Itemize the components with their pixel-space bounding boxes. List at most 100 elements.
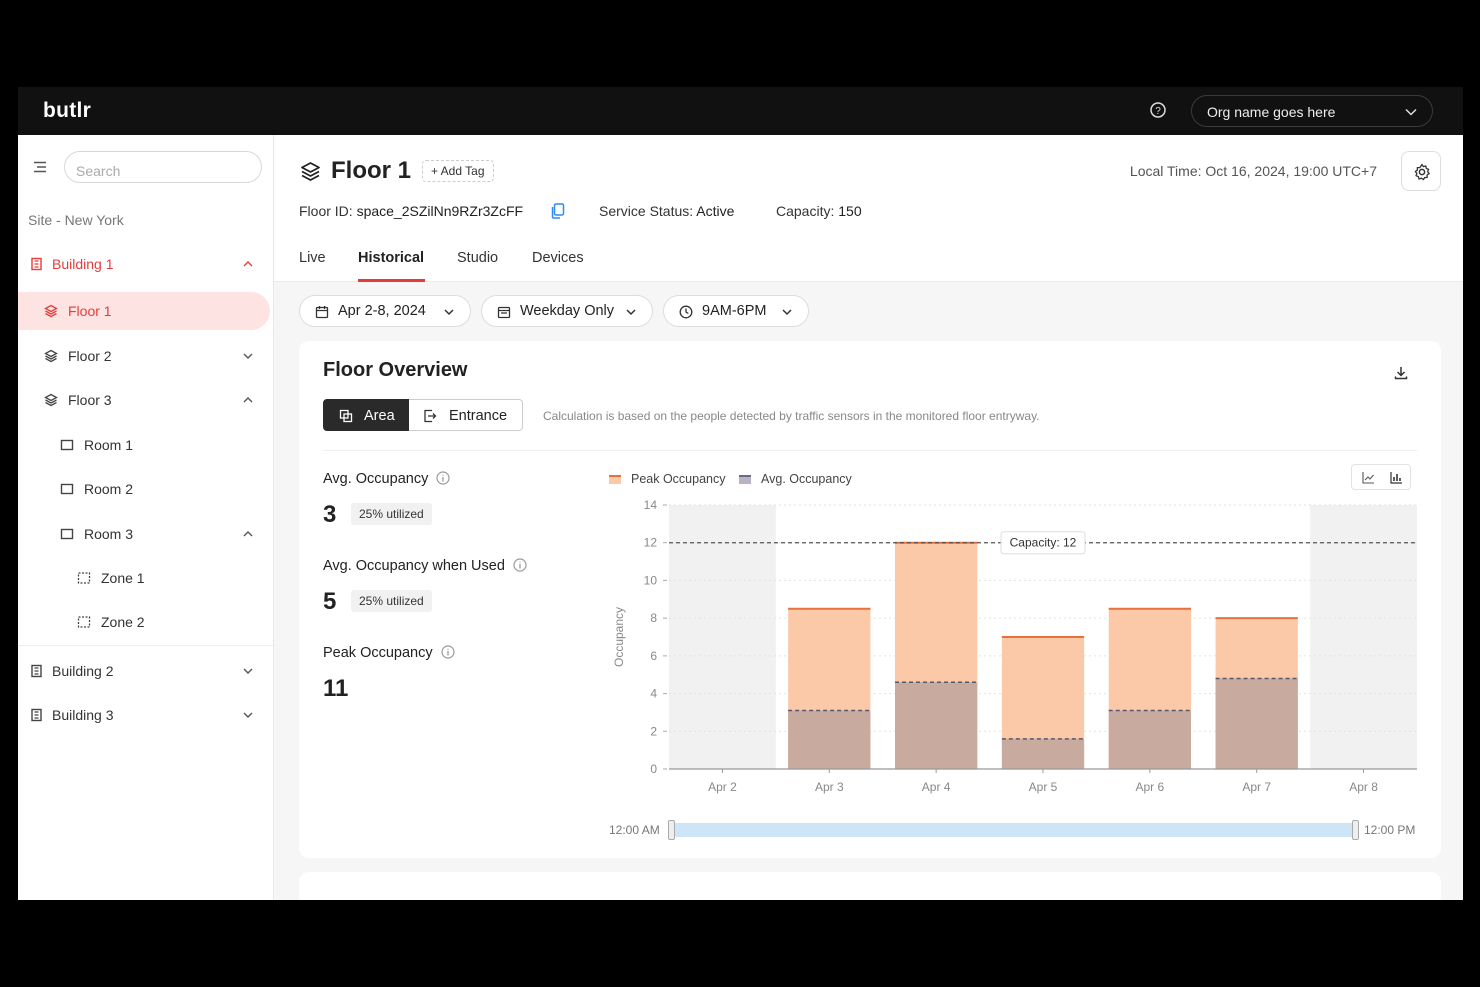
info-icon[interactable]: [441, 645, 455, 659]
area-icon: [339, 409, 353, 423]
bar-avg: [1001, 738, 1085, 769]
occupancy-bar-chart: 0 2 4 6 8 10 12 14 Occupancy Capacity: 12 Apr 2 Apr…: [612, 498, 1417, 794]
floor-id: Floor ID: space_2SZilNn9RZr3ZcFF: [299, 203, 523, 219]
bar-avg: [1108, 710, 1191, 769]
sidebar-item-room-3[interactable]: Room 3: [18, 515, 270, 553]
shaded-column: [669, 505, 776, 769]
peak-occupancy-value: 11: [323, 675, 349, 702]
range-start-handle[interactable]: [668, 820, 675, 840]
y-tick-label: 8: [650, 611, 657, 625]
service-status-label: Service Status:: [599, 203, 694, 219]
hours-filter[interactable]: 9AM-6PM: [663, 295, 809, 327]
chart-type-switch[interactable]: [1351, 464, 1411, 490]
room-icon: [60, 483, 74, 495]
butlr-logo[interactable]: butlr: [43, 99, 91, 123]
line-chart-icon[interactable]: [1362, 471, 1375, 484]
info-icon[interactable]: [436, 471, 450, 485]
settings-button[interactable]: [1401, 151, 1441, 191]
top-bar: butlr ? Org name goes here: [18, 87, 1463, 135]
capacity-label: Capacity:: [776, 203, 835, 219]
room-icon: [60, 528, 74, 540]
days-filter[interactable]: Weekday Only: [481, 295, 653, 327]
sidebar-item-zone-2[interactable]: Zone 2: [18, 603, 270, 641]
sidebar-item-building-3[interactable]: Building 3: [18, 696, 270, 734]
org-selector[interactable]: Org name goes here: [1191, 95, 1433, 127]
tab-live[interactable]: Live: [299, 250, 326, 266]
copy-icon[interactable]: [551, 203, 565, 219]
tab-studio[interactable]: Studio: [457, 250, 498, 266]
avg-used-util-badge: 25% utilized: [351, 590, 432, 612]
sidebar-item-zone-1[interactable]: Zone 1: [18, 559, 270, 597]
avg-occupancy-value: 3: [323, 501, 337, 528]
y-tick-label: 12: [644, 536, 658, 550]
days-value: Weekday Only: [520, 303, 615, 319]
sidebar-item-label: Room 2: [84, 481, 134, 497]
chevron-up-icon[interactable]: [242, 394, 254, 406]
bar-avg: [1215, 678, 1298, 769]
range-end-handle[interactable]: [1352, 820, 1359, 840]
sidebar-item-room-2[interactable]: Room 2: [18, 470, 270, 508]
sidebar-item-building-2[interactable]: Building 2: [18, 652, 270, 690]
sidebar-divider: [18, 645, 273, 646]
chevron-down-icon[interactable]: [242, 709, 254, 721]
room-icon: [60, 439, 74, 451]
bar-avg: [788, 710, 871, 769]
app-window: butlr ? Org name goes here Site - New Yo…: [18, 87, 1463, 900]
menu-icon[interactable]: [33, 160, 47, 174]
time-range-track[interactable]: [671, 823, 1356, 837]
sidebar-item-label: Building 1: [52, 256, 114, 272]
download-icon[interactable]: [1393, 365, 1409, 381]
help-icon[interactable]: ?: [1149, 101, 1167, 119]
info-icon[interactable]: [513, 558, 527, 572]
sidebar-item-label: Building 3: [52, 707, 114, 723]
avg-util-badge: 25% utilized: [351, 503, 432, 525]
page-header: Floor 1 + Add Tag Local Time: Oct 16, 20…: [274, 135, 1463, 282]
gear-icon: [1414, 163, 1430, 181]
entrance-toggle[interactable]: Entrance: [409, 399, 523, 431]
sidebar-item-label: Room 1: [84, 437, 134, 453]
sidebar-item-room-1[interactable]: Room 1: [18, 426, 270, 464]
layers-icon: [44, 304, 58, 318]
sidebar-item-label: Floor 3: [68, 392, 112, 408]
date-range-filter[interactable]: Apr 2-8, 2024: [299, 295, 471, 327]
y-tick-label: 10: [644, 573, 658, 587]
floor-id-label: Floor ID:: [299, 203, 353, 219]
sidebar-item-floor-1[interactable]: Floor 1: [18, 292, 270, 330]
page-title: Floor 1: [331, 157, 412, 184]
layers-icon: [44, 393, 58, 407]
sidebar-item-label: Zone 1: [101, 570, 145, 586]
avg-occupancy-label-text: Avg. Occupancy: [323, 471, 429, 487]
tab-historical[interactable]: Historical: [358, 250, 424, 266]
chevron-down-icon: [444, 309, 454, 316]
legend-avg: Avg. Occupancy: [739, 472, 852, 486]
bar-avg: [895, 682, 978, 769]
chevron-down-icon[interactable]: [242, 665, 254, 677]
x-tick-label: Apr 6: [1136, 780, 1165, 794]
org-name: Org name goes here: [1207, 104, 1336, 120]
sidebar-item-building-1[interactable]: Building 1: [18, 245, 270, 283]
entrance-toggle-label: Entrance: [449, 408, 508, 424]
legend-avg-swatch: [739, 475, 751, 484]
floor-overview-card: Floor Overview Area Entrance Calculation…: [299, 341, 1441, 858]
calculation-note: Calculation is based on the people detec…: [543, 409, 1040, 423]
chevron-up-icon[interactable]: [242, 528, 254, 540]
y-tick-label: 4: [650, 687, 657, 701]
entrance-icon: [424, 409, 437, 423]
avg-occupancy-used-value: 5: [323, 588, 337, 615]
legend-peak-label: Peak Occupancy: [631, 472, 726, 486]
area-toggle[interactable]: Area: [323, 399, 409, 431]
sidebar-item-floor-2[interactable]: Floor 2: [18, 337, 270, 375]
tab-devices[interactable]: Devices: [532, 250, 584, 266]
x-tick-label: Apr 2: [708, 780, 737, 794]
service-status-value: Active: [696, 203, 735, 219]
date-range-value: Apr 2-8, 2024: [338, 303, 426, 319]
next-card: [299, 872, 1441, 900]
svg-text:?: ?: [1155, 106, 1161, 117]
chevron-down-icon[interactable]: [242, 350, 254, 362]
bar-chart-icon[interactable]: [1390, 471, 1403, 484]
sidebar-item-label: Building 2: [52, 663, 114, 679]
chevron-up-icon[interactable]: [242, 258, 254, 270]
add-tag-button[interactable]: + Add Tag: [422, 160, 494, 182]
sidebar-item-floor-3[interactable]: Floor 3: [18, 381, 270, 419]
search-input[interactable]: [64, 151, 262, 183]
